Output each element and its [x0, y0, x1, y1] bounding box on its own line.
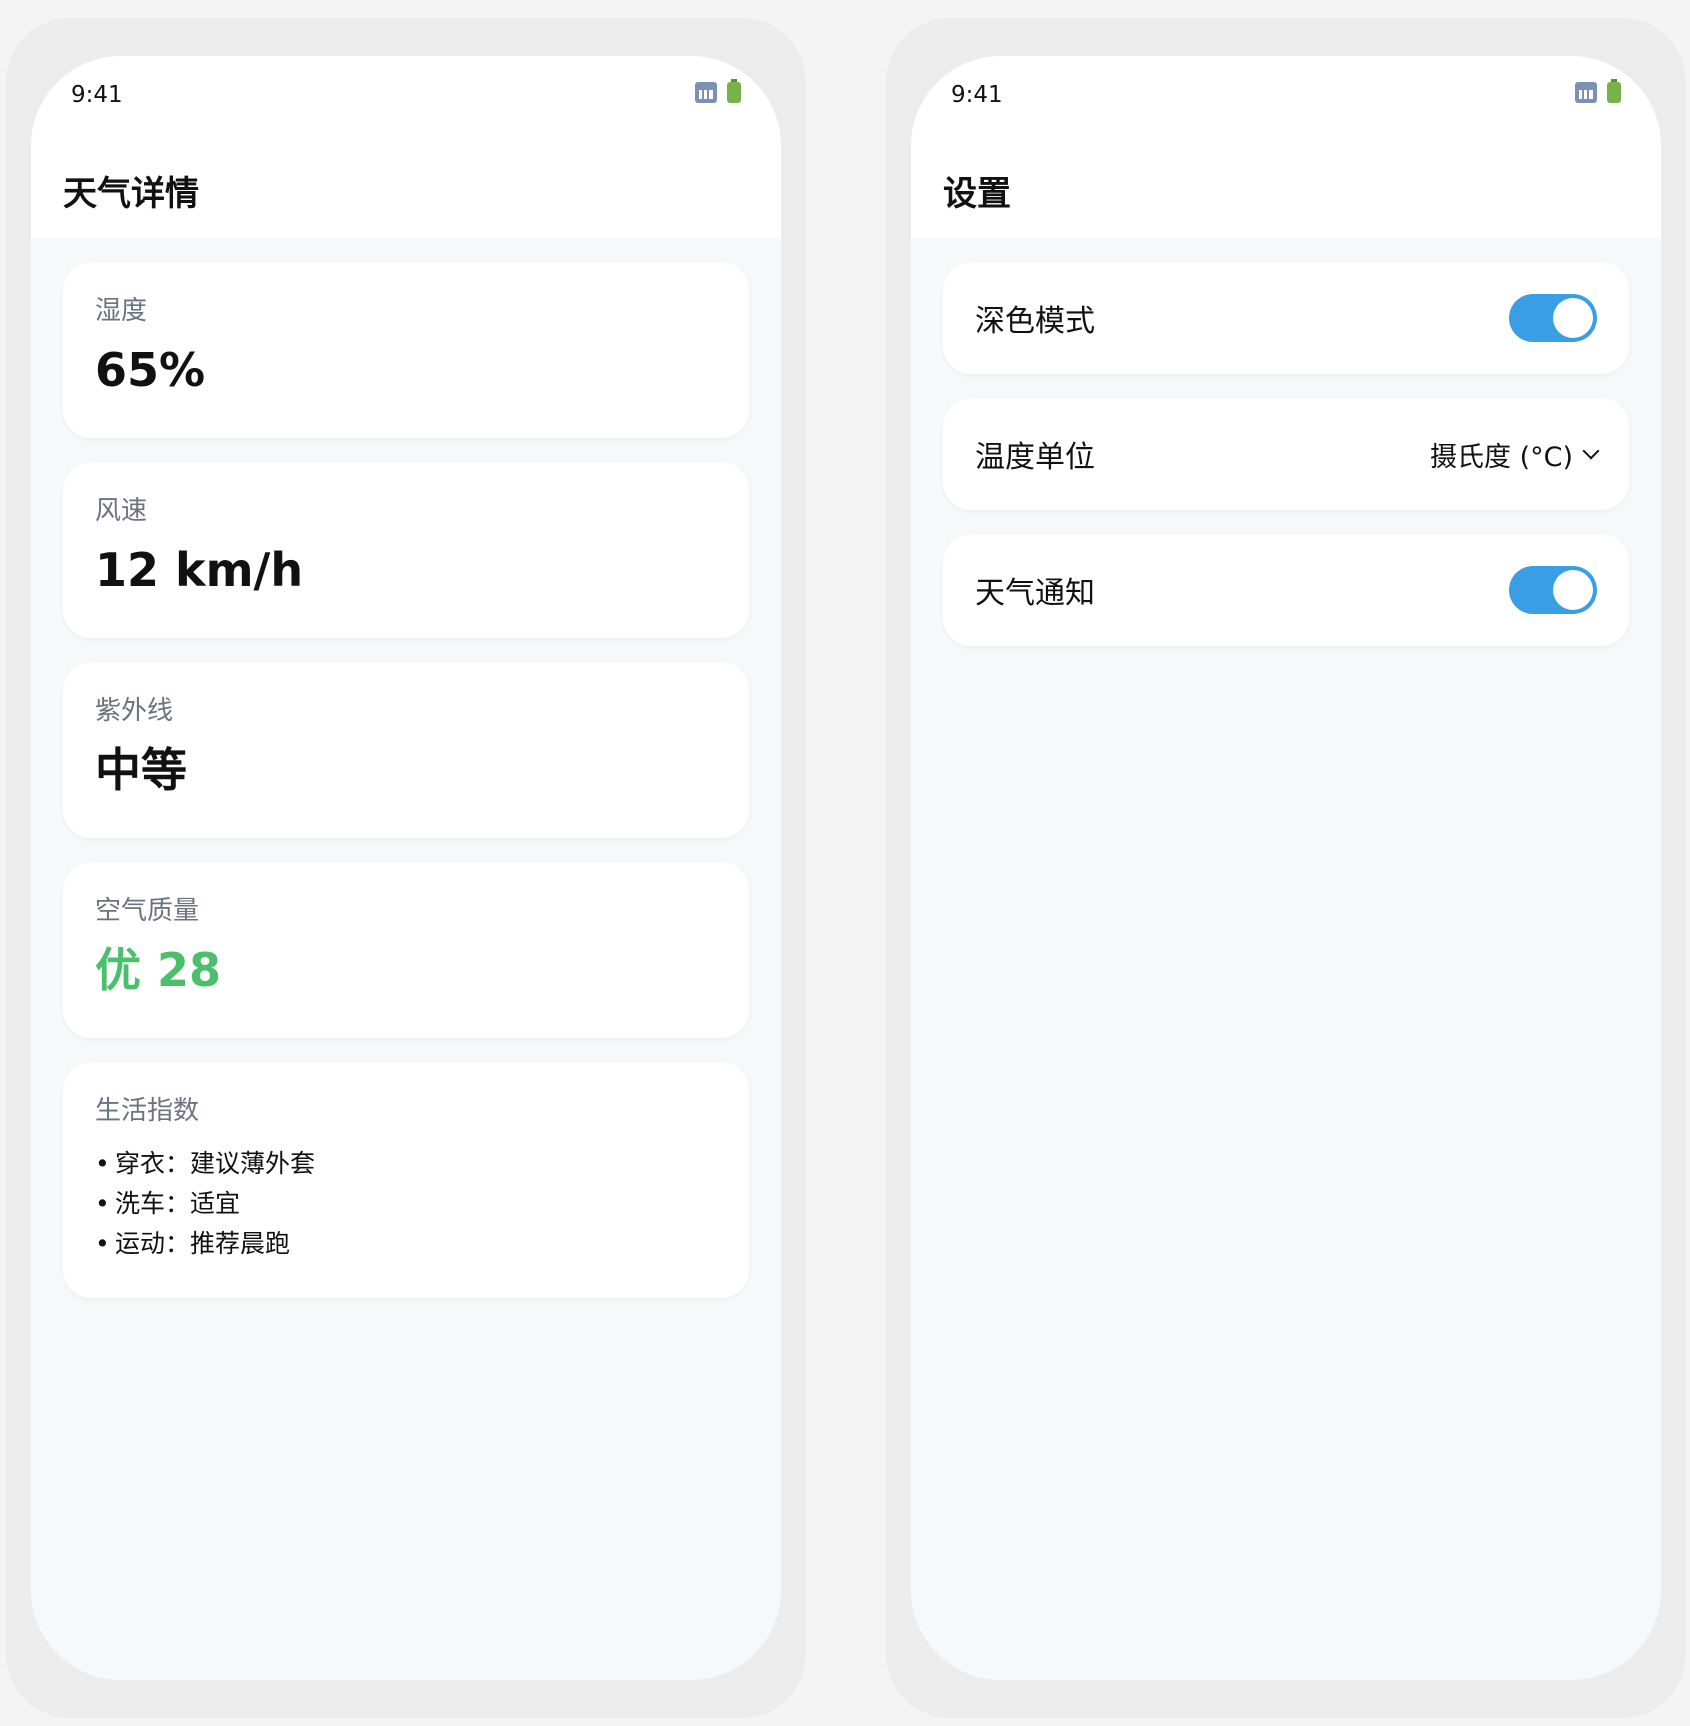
- status-icons: [1575, 79, 1621, 103]
- toggle-knob: [1553, 298, 1593, 338]
- metric-label: 湿度: [95, 296, 148, 326]
- settings-content: 深色模式 温度单位 摄氏度 (°C) 天气通知: [911, 238, 1661, 646]
- metric-value: 中等: [95, 743, 187, 797]
- signal-icon: [1575, 82, 1597, 103]
- metric-value: 12 km/h: [95, 543, 304, 597]
- life-index-card: 生活指数 • 穿衣：建议薄外套 • 洗车：适宜 • 运动：推荐晨跑: [63, 1062, 749, 1298]
- list-item: • 运动：推荐晨跑: [95, 1224, 717, 1264]
- life-index-label: 生活指数: [95, 1096, 200, 1126]
- page-title: 天气详情: [63, 174, 199, 214]
- weather-notifications-row[interactable]: 天气通知: [943, 534, 1629, 646]
- chevron-down-icon: [1582, 442, 1600, 460]
- metric-label: 风速: [95, 496, 148, 526]
- list-item: • 穿衣：建议薄外套: [95, 1144, 717, 1184]
- setting-label: 深色模式: [975, 304, 1095, 339]
- dark-mode-row[interactable]: 深色模式: [943, 262, 1629, 374]
- list-item-text: 穿衣：建议薄外套: [115, 1149, 316, 1178]
- device-frame-weather: 9:41 天气详情 湿度 65% 风速 12 km/h 紫外线 中等 空气质量 …: [6, 18, 806, 1718]
- list-item-text: 洗车：适宜: [115, 1189, 241, 1218]
- battery-icon: [727, 79, 741, 103]
- bullet-icon: •: [95, 1189, 110, 1218]
- header: 9:41 天气详情: [31, 56, 781, 238]
- phone-screen-weather-detail: 9:41 天气详情 湿度 65% 风速 12 km/h 紫外线 中等 空气质量 …: [31, 56, 781, 1680]
- setting-label: 天气通知: [975, 576, 1095, 611]
- toggle-knob: [1553, 570, 1593, 610]
- wind-speed-card: 风速 12 km/h: [63, 462, 749, 638]
- humidity-card: 湿度 65%: [63, 262, 749, 438]
- list-item: • 洗车：适宜: [95, 1184, 717, 1224]
- dark-mode-toggle[interactable]: [1509, 294, 1597, 342]
- phone-screen-settings: 9:41 设置 深色模式 温度单位 摄氏度 (°C) 天气通知: [911, 56, 1661, 1680]
- uv-index-card: 紫外线 中等: [63, 662, 749, 838]
- metric-label: 紫外线: [95, 696, 174, 726]
- temperature-unit-value: 摄氏度 (°C): [1429, 441, 1573, 473]
- air-quality-card: 空气质量 优 28: [63, 862, 749, 1038]
- status-time: 9:41: [951, 82, 1003, 108]
- status-icons: [695, 79, 741, 103]
- page-title: 设置: [943, 174, 1011, 214]
- setting-label: 温度单位: [975, 440, 1095, 475]
- weather-detail-content: 湿度 65% 风速 12 km/h 紫外线 中等 空气质量 优 28 生活指数: [31, 238, 781, 1298]
- bullet-icon: •: [95, 1229, 110, 1258]
- device-frame-settings: 9:41 设置 深色模式 温度单位 摄氏度 (°C) 天气通知: [886, 18, 1686, 1718]
- life-index-list: • 穿衣：建议薄外套 • 洗车：适宜 • 运动：推荐晨跑: [95, 1144, 717, 1264]
- bullet-icon: •: [95, 1149, 110, 1178]
- weather-notifications-toggle[interactable]: [1509, 566, 1597, 614]
- status-time: 9:41: [71, 82, 123, 108]
- metric-value: 65%: [95, 343, 206, 397]
- temperature-unit-select[interactable]: 摄氏度 (°C): [1429, 435, 1600, 474]
- metric-label: 空气质量: [95, 896, 200, 926]
- air-quality-value: 优 28: [95, 943, 222, 997]
- list-item-text: 运动：推荐晨跑: [115, 1229, 291, 1258]
- battery-icon: [1607, 79, 1621, 103]
- signal-icon: [695, 82, 717, 103]
- header: 9:41 设置: [911, 56, 1661, 238]
- temperature-unit-row[interactable]: 温度单位 摄氏度 (°C): [943, 398, 1629, 510]
